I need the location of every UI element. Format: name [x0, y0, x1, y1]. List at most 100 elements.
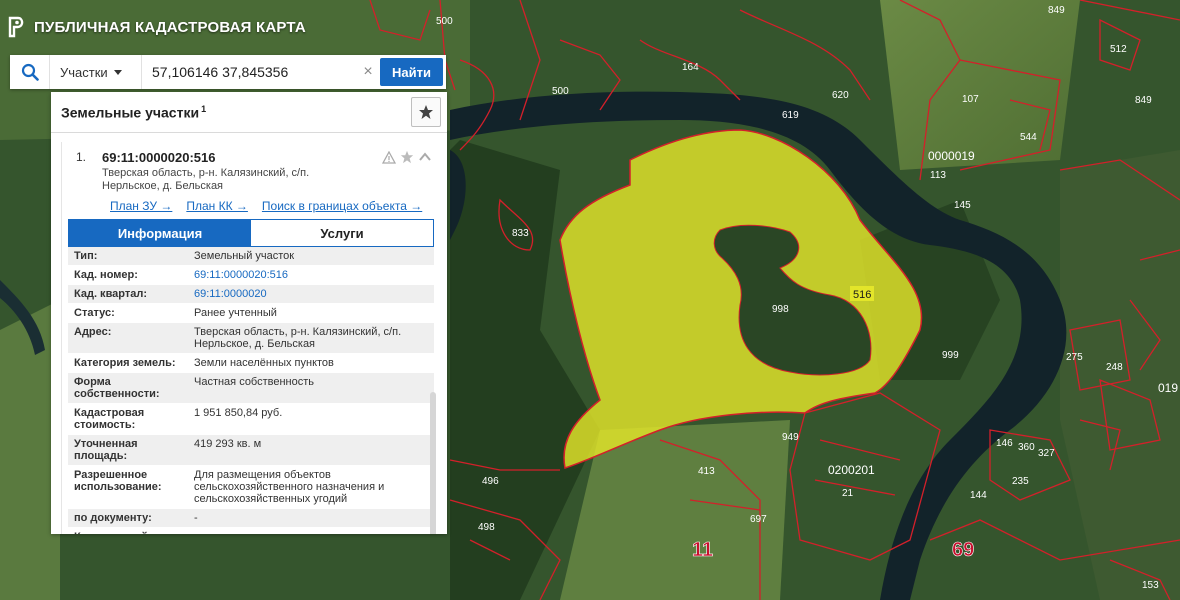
- parcel-label: 248: [1106, 362, 1123, 373]
- property-row: Кадастровая стоимость: 1 951 850,84 руб.: [68, 403, 434, 435]
- panel-header: Земельные участки 1: [51, 92, 447, 133]
- plan-kk-link[interactable]: План КК →: [186, 199, 248, 213]
- parcel-label: 620: [832, 90, 849, 101]
- property-key: Статус:: [68, 303, 188, 323]
- district-label: 11: [692, 539, 713, 561]
- tab-information[interactable]: Информация: [69, 220, 251, 246]
- parcel-label: 697: [750, 514, 767, 525]
- parcel-label: 113: [930, 170, 946, 181]
- parcel-label: 327: [1038, 448, 1055, 459]
- search-type-select[interactable]: Участки: [50, 55, 142, 89]
- property-key: по документу:: [68, 508, 188, 528]
- parcel-label: 144: [970, 490, 987, 501]
- property-row: Адрес: Тверская область, р-н. Калязинский…: [68, 322, 434, 354]
- property-value: -: [188, 508, 434, 528]
- parcel-label: 360: [1018, 442, 1035, 453]
- chevron-up-icon[interactable]: [418, 150, 432, 164]
- parcel-label: 235: [1012, 476, 1029, 487]
- property-key: Кадастровая стоимость:: [68, 403, 188, 435]
- chevron-down-icon: [113, 69, 122, 75]
- search-input[interactable]: [142, 57, 356, 87]
- results-panel: Земельные участки 1 1. 69:11:0000020:516 …: [51, 92, 447, 534]
- parcel-label: 21: [842, 488, 854, 499]
- property-row: Кад. квартал: 69:11:0000020: [68, 284, 434, 304]
- property-row: Статус: Ранее учтенный: [68, 303, 434, 323]
- property-key: Категория земель:: [68, 353, 188, 373]
- parcel-label: 107: [962, 94, 979, 105]
- parcel-label: 0200201: [828, 463, 875, 477]
- property-key: Форма собственности:: [68, 372, 188, 404]
- property-row: Уточненная площадь: 419 293 кв. м: [68, 434, 434, 466]
- property-key: Тип:: [68, 247, 188, 266]
- selected-parcel-label: 516: [853, 289, 871, 301]
- parcel-label: 275: [1066, 352, 1083, 363]
- parcel-label: 512: [1110, 44, 1127, 55]
- property-row: Кадастровый инженер:-: [68, 527, 434, 534]
- property-row: Кад. номер: 69:11:0000020:516: [68, 265, 434, 285]
- parcel-label: 833: [512, 228, 529, 239]
- tab-services[interactable]: Услуги: [251, 220, 433, 246]
- parcel-label: 146: [996, 438, 1013, 449]
- parcel-label: 500: [552, 86, 569, 97]
- result-list: 1. 69:11:0000020:516 Тверская область, р…: [61, 142, 438, 534]
- search-in-bounds-link[interactable]: Поиск в границах объекта →: [262, 199, 422, 213]
- result-number: 1.: [76, 150, 87, 164]
- property-key: Кад. квартал:: [68, 284, 188, 304]
- parcel-label: 153: [1142, 580, 1159, 591]
- parcel-label: 619: [782, 110, 799, 121]
- app-header: ПУБЛИЧНАЯ КАДАСТРОВАЯ КАРТА: [8, 14, 306, 40]
- property-value: 1 951 850,84 руб.: [188, 403, 434, 435]
- favorite-button[interactable]: [411, 97, 441, 127]
- result-links: План ЗУ → План КК → Поиск в границах объ…: [110, 199, 438, 213]
- property-value: Для размещения объектов сельскохозяйстве…: [188, 465, 434, 509]
- property-value: Ранее учтенный: [188, 303, 434, 323]
- panel-title: Земельные участки 1: [61, 103, 207, 121]
- property-value: Частная собственность: [188, 372, 434, 404]
- property-key: Кад. номер:: [68, 265, 188, 285]
- result-actions: [382, 150, 432, 164]
- parcel-label: 500: [436, 16, 453, 27]
- parcel-label: 413: [698, 466, 715, 477]
- property-key: Кадастровый инженер:: [68, 527, 188, 534]
- property-row: по документу: -: [68, 508, 434, 528]
- property-value: Земельный участок: [188, 247, 434, 266]
- property-key: Уточненная площадь:: [68, 434, 188, 466]
- field-area: [880, 0, 1080, 170]
- property-row: Форма собственности: Частная собственност…: [68, 372, 434, 404]
- find-button[interactable]: Найти: [380, 58, 443, 86]
- star-icon[interactable]: [400, 150, 414, 164]
- property-value: Земли населённых пунктов: [188, 353, 434, 373]
- parcel-label: 849: [1135, 95, 1152, 106]
- property-value[interactable]: 69:11:0000020: [188, 284, 434, 304]
- app-title: ПУБЛИЧНАЯ КАДАСТРОВАЯ КАРТА: [34, 18, 306, 36]
- search-icon[interactable]: [10, 55, 50, 89]
- property-key: Адрес:: [68, 322, 188, 354]
- warning-icon[interactable]: [382, 150, 396, 164]
- district-label: 69: [952, 539, 974, 561]
- parcel-label: 999: [942, 350, 959, 361]
- property-value: -: [188, 527, 434, 534]
- info-tabs: Информация Услуги: [68, 219, 434, 247]
- parcel-label: 0000019: [928, 149, 975, 163]
- property-row: Категория земель: Земли населённых пункто…: [68, 353, 434, 373]
- property-value[interactable]: 69:11:0000020:516: [188, 265, 434, 285]
- result-count: 1: [201, 103, 207, 114]
- result-item[interactable]: 1. 69:11:0000020:516 Тверская область, р…: [62, 142, 438, 213]
- parcel-label: 164: [682, 62, 699, 73]
- clear-icon[interactable]: ×: [356, 63, 380, 81]
- star-icon: [419, 105, 433, 119]
- property-row: Разрешенное использование: Для размещения…: [68, 465, 434, 509]
- property-value: Тверская область, р-н. Калязинский, с/п.…: [188, 322, 434, 354]
- properties-table: Тип: Земельный участок Кад. номер: 69:11:00…: [68, 247, 434, 534]
- panel-scrollbar[interactable]: [430, 392, 436, 534]
- parcel-label: 949: [782, 432, 799, 443]
- parcel-label: 849: [1048, 5, 1065, 16]
- property-key: Разрешенное использование:: [68, 465, 188, 509]
- result-address: Тверская область, р-н. Калязинский, с/п.…: [102, 167, 310, 192]
- property-row: Тип: Земельный участок: [68, 247, 434, 266]
- rosreestr-logo-icon: [8, 16, 24, 38]
- parcel-label: 019: [1158, 381, 1178, 395]
- parcel-label: 496: [482, 476, 499, 487]
- parcel-label: 544: [1020, 132, 1037, 143]
- plan-zu-link[interactable]: План ЗУ →: [110, 199, 172, 213]
